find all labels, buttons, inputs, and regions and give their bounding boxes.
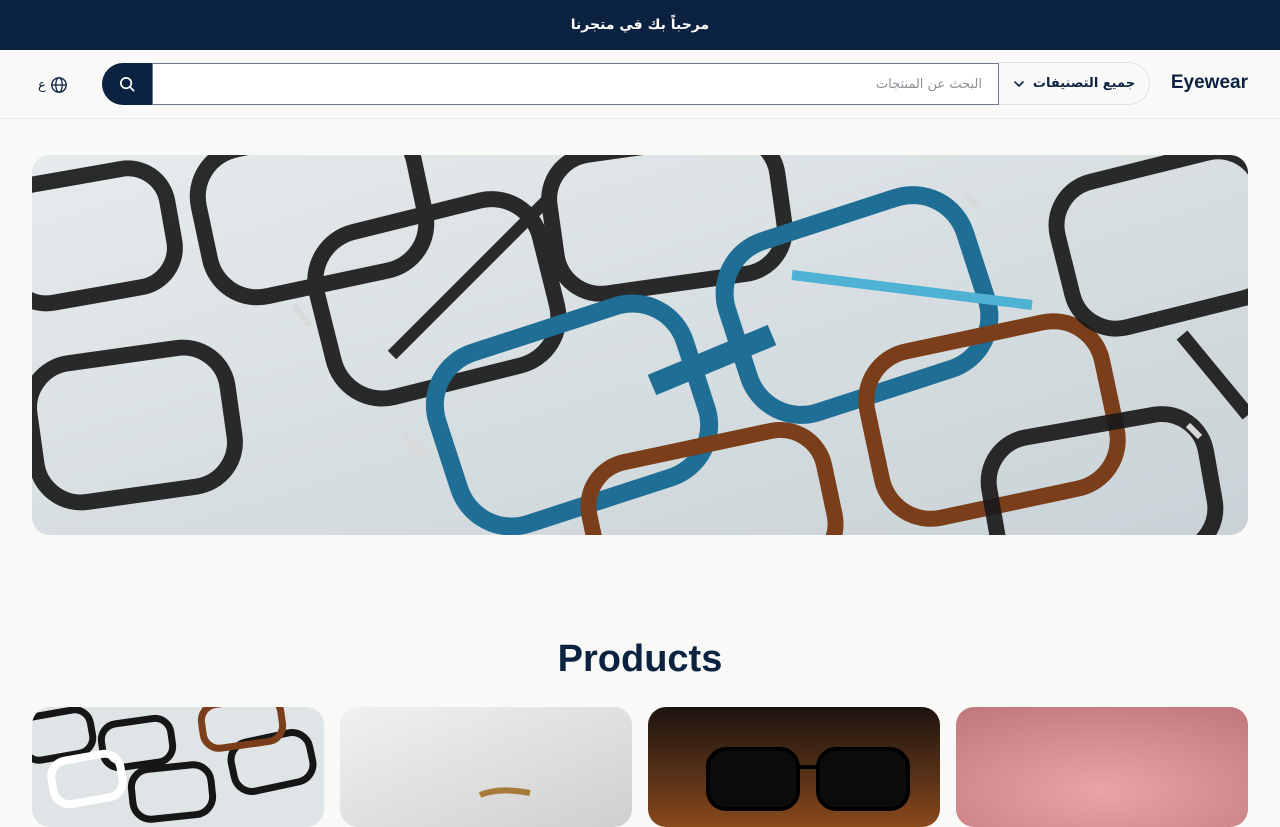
product-image [648,707,940,827]
product-card[interactable] [956,707,1248,827]
globe-icon [50,77,67,93]
search-button[interactable] [102,63,152,105]
site-logo[interactable]: Eyewear [1171,72,1248,94]
search-icon [119,76,134,91]
language-switcher[interactable]: ع [38,75,68,95]
product-image [340,707,632,827]
hero-banner[interactable] [32,155,1248,535]
language-label: ع [38,77,46,93]
announcement-text: مرحباً بك في متجرنا [570,17,710,33]
product-image [956,707,1248,827]
product-card[interactable] [32,707,324,827]
hero-image [32,155,1248,535]
announcement-bar: مرحباً بك في متجرنا [0,0,1280,50]
product-card[interactable] [648,707,940,827]
category-select-label: جميع التصنيفات [1032,76,1136,91]
site-header: Eyewear جميع التصنيفات ع [0,50,1280,119]
product-image [32,707,324,827]
category-select[interactable]: جميع التصنيفات [999,62,1150,105]
product-card[interactable] [340,707,632,827]
chevron-down-icon [1014,80,1024,87]
products-heading: Products [557,638,723,680]
search-input[interactable] [152,63,999,105]
